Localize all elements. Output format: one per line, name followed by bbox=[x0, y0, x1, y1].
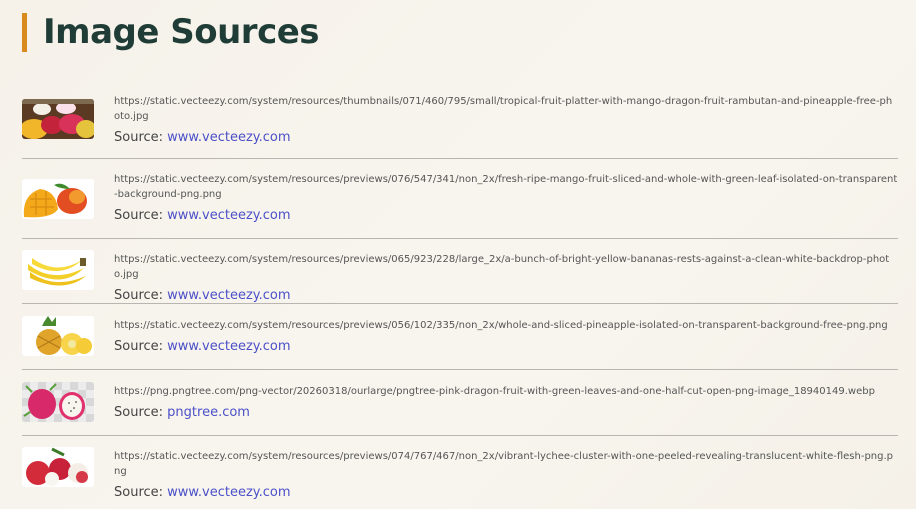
source-link[interactable]: www.vecteezy.com bbox=[167, 208, 290, 223]
accent-bar bbox=[22, 12, 27, 52]
source-line: Source: www.vecteezy.com bbox=[114, 207, 898, 225]
source-label: Source: bbox=[114, 288, 164, 303]
source-link[interactable]: www.vecteezy.com bbox=[167, 485, 290, 500]
source-label: Source: bbox=[114, 339, 164, 354]
image-url: https://png.pngtree.com/png-vector/20260… bbox=[114, 386, 875, 397]
source-label: Source: bbox=[114, 208, 164, 223]
mango-thumbnail bbox=[22, 179, 94, 219]
source-link[interactable]: pngtree.com bbox=[167, 405, 250, 420]
source-line: Source: www.vecteezy.com bbox=[114, 338, 898, 356]
source-label: Source: bbox=[114, 130, 164, 145]
image-url: https://static.vecteezy.com/system/resou… bbox=[114, 451, 893, 477]
source-label: Source: bbox=[114, 405, 164, 420]
source-link[interactable]: www.vecteezy.com bbox=[167, 339, 290, 354]
source-line: Source: www.vecteezy.com bbox=[114, 484, 898, 502]
list-item: https://static.vecteezy.com/system/resou… bbox=[22, 239, 898, 304]
page-header: Image Sources bbox=[22, 12, 320, 52]
list-item: https://png.pngtree.com/png-vector/20260… bbox=[22, 370, 898, 436]
page-title: Image Sources bbox=[43, 12, 320, 52]
source-list: https://static.vecteezy.com/system/resou… bbox=[22, 88, 898, 500]
list-item: https://static.vecteezy.com/system/resou… bbox=[22, 436, 898, 500]
dragon-fruit-thumbnail bbox=[22, 382, 94, 422]
list-item: https://static.vecteezy.com/system/resou… bbox=[22, 159, 898, 239]
list-item: https://static.vecteezy.com/system/resou… bbox=[22, 88, 898, 159]
source-label: Source: bbox=[114, 485, 164, 500]
source-link[interactable]: www.vecteezy.com bbox=[167, 288, 290, 303]
image-url: https://static.vecteezy.com/system/resou… bbox=[114, 320, 888, 331]
source-link[interactable]: www.vecteezy.com bbox=[167, 130, 290, 145]
image-url: https://static.vecteezy.com/system/resou… bbox=[114, 96, 893, 122]
source-line: Source: www.vecteezy.com bbox=[114, 129, 898, 147]
fruit-platter-thumbnail bbox=[22, 99, 94, 139]
banana-thumbnail bbox=[22, 250, 94, 290]
source-line: Source: www.vecteezy.com bbox=[114, 287, 898, 305]
list-item: https://static.vecteezy.com/system/resou… bbox=[22, 304, 898, 370]
source-line: Source: pngtree.com bbox=[114, 404, 898, 422]
image-url: https://static.vecteezy.com/system/resou… bbox=[114, 174, 898, 200]
image-url: https://static.vecteezy.com/system/resou… bbox=[114, 254, 890, 280]
pineapple-thumbnail bbox=[22, 316, 94, 356]
lychee-thumbnail bbox=[22, 447, 94, 487]
